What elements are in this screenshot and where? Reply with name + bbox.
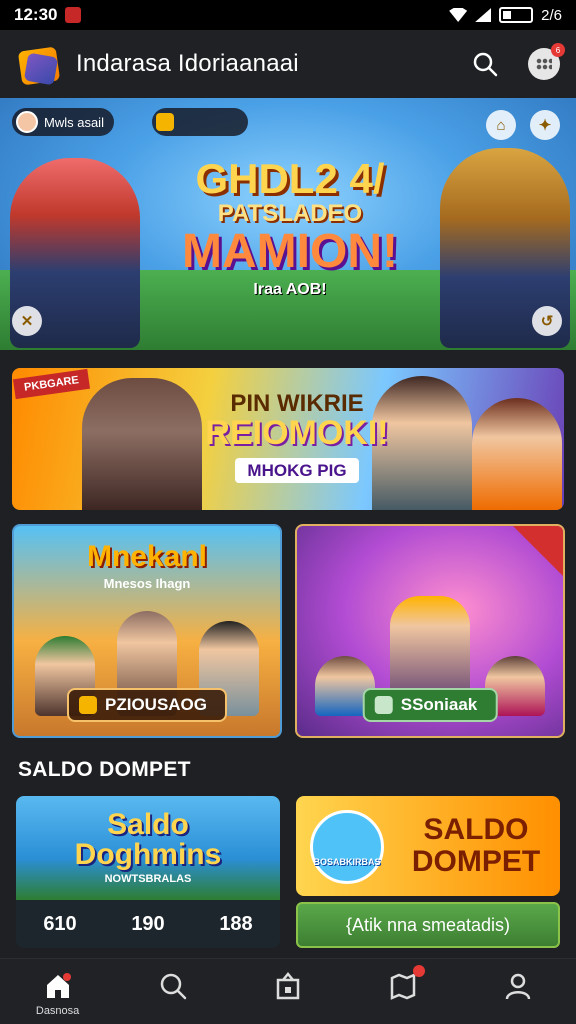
wallet-title: Saldo Doghmins NOWTSBRALAS [16,810,280,885]
card-subtitle: Mnesos Ihagn [103,576,191,591]
hero-title-line1: GHDL2 4/ [195,155,385,202]
wallet-stat: 610 [43,912,77,935]
nav-item-search[interactable] [133,971,213,1001]
wallet-right-line2: DOMPET [411,844,541,878]
search-icon [160,973,187,1000]
banner-title: PIN WIKRIE REIOMOKI! MHOKG PIG [202,392,392,483]
signal-icon [475,8,492,22]
promo-banner[interactable]: PKBGARE PIN WIKRIE REIOMOKI! MHOKG PIG [12,368,564,510]
card-corner-badge [513,526,563,576]
notification-icon [65,7,82,23]
wallet-title-line2: Doghmins [74,838,222,871]
wallet-action-button[interactable]: {Atik nna smeatadis) [296,902,560,948]
wallet-right-title: SALDO DOMPET [396,814,556,877]
bottom-nav: Dasnosa [0,958,576,1024]
search-icon [473,52,498,77]
wallet-card-right[interactable]: BOSABKIRBAS SALDO DOMPET [296,796,560,896]
app-bar: Indarasa Idoriaanaai 6 [0,30,576,98]
coin-icon [156,113,174,131]
app-logo [16,41,62,87]
player-pill[interactable]: Mwls asail [12,108,114,136]
wallet-emblem-text: BOSABKIRBAS [313,857,381,867]
user-icon [506,973,531,1000]
card-title: Mnekanl [86,540,208,573]
grid-icon [536,58,552,70]
coin-pill[interactable] [152,108,248,136]
nav-item-home[interactable]: Dasnosa [18,971,98,1017]
card-play-button[interactable]: PZIOUSAOG [66,688,228,722]
wallet-title-line3: NOWTSBRALAS [104,873,192,885]
nav-item-map[interactable] [363,965,443,1001]
nav-item-shop[interactable] [248,971,328,1001]
status-right: 2/6 [449,7,562,24]
home-icon [46,973,71,998]
hero-banner[interactable]: Mwls asail ⌂ ✦ ✕ ↺ GHDL2 4/ PATSLADEO MA… [0,98,576,350]
banner-character-3 [472,398,562,510]
game-card-right[interactable]: SSoniaak [295,524,565,738]
nav-item-profile[interactable] [478,971,558,1001]
bag-icon [276,972,300,1000]
player-name: Mwls asail [44,114,104,130]
hero-refresh-button[interactable]: ↺ [532,306,562,336]
home-icon: ⌂ [496,116,506,134]
search-button[interactable] [468,47,502,81]
map-icon [390,973,416,1000]
nav-badge [413,965,426,977]
nav-label-home: Dasnosa [35,1005,80,1017]
menu-badge: 6 [551,43,565,57]
status-time: 12:30 [14,5,58,24]
wallet-card-left[interactable]: Saldo Doghmins NOWTSBRALAS 610 190 188 [16,796,280,948]
wallet-right-line1: SALDO [423,813,529,846]
battery-level: 2/6 [541,6,562,24]
banner-tag: MHOKG PIG [235,458,359,483]
wallet-stat: 188 [219,912,253,935]
refresh-icon: ↺ [540,313,554,330]
hero-title-line3: MAMION! [182,225,398,278]
wallet-stat: 190 [131,912,165,935]
card-button-label: SSoniaak [400,695,478,714]
banner-character-1 [82,378,202,510]
wallet-stats: 610 190 188 [16,900,280,948]
app-title: Indarasa Idoriaanaai [76,50,299,77]
hero-close-button[interactable]: ✕ [12,306,42,336]
banner-line1: PIN WIKRIE [230,390,364,417]
close-icon: ✕ [20,313,34,330]
banner-line2: REIOMOKI! [205,414,389,452]
hero-title-line2: PATSLADEO [217,200,363,227]
card-action-button[interactable]: SSoniaak [362,688,498,722]
game-icon [374,696,393,714]
wifi-icon [449,8,468,22]
avatar [16,111,38,133]
banner-ribbon: PKBGARE [12,368,91,400]
hero-title-line4: Iraa AOB! [253,281,327,298]
card-button-label: PZIOUSAOG [104,695,208,714]
menu-button[interactable]: 6 [528,43,565,80]
wallet-title-line1: Saldo [107,808,189,841]
wallet-emblem: BOSABKIRBAS [310,810,384,884]
star-icon: ✦ [538,117,552,134]
hero-action-1[interactable]: ⌂ [486,110,516,140]
hero-action-2[interactable]: ✦ [530,110,560,140]
hero-title: GHDL2 4/ PATSLADEO MAMION! Iraa AOB! [150,158,430,298]
section-title: SALDO DOMPET [18,758,191,781]
battery-icon [499,7,534,23]
status-bar: 12:30 2/6 [0,0,576,30]
coin-icon [78,696,97,714]
game-card-left[interactable]: Mnekanl Mnesos Ihagn PZIOUSAOG [12,524,282,738]
